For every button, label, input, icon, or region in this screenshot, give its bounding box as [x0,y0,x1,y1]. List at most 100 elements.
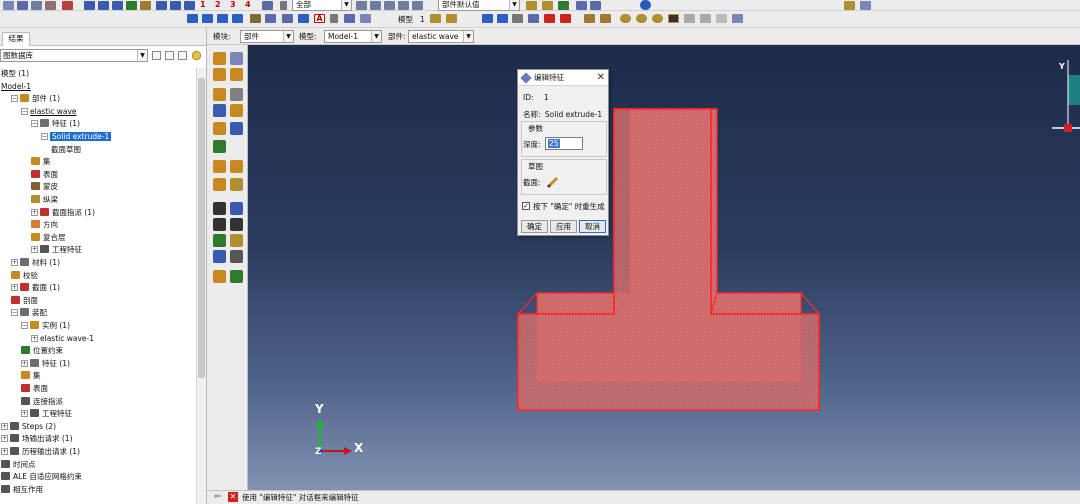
redo-icon[interactable] [700,14,711,23]
extrude-icon[interactable] [213,88,226,101]
quick-2-button[interactable]: 2 [215,0,221,9]
cursor-icon[interactable] [280,1,287,10]
expand-node-icon[interactable]: + [11,259,18,266]
tree-scrollbar-thumb[interactable] [198,78,205,378]
apply-button[interactable]: 应用 [550,220,577,233]
link-icon[interactable] [620,14,631,23]
tree-item[interactable]: + 截面 (1) [11,282,60,294]
text-tool-icon[interactable] [344,14,355,23]
cycle-icon[interactable] [126,1,137,10]
back-arrow-icon[interactable]: ⇐ [214,491,222,504]
tools-icon[interactable] [230,250,243,263]
line-icon[interactable] [298,14,309,23]
view-iso-icon[interactable] [156,1,167,10]
tree-item[interactable]: 连接指派 [21,396,63,408]
add-icon[interactable] [384,1,395,10]
rename-icon[interactable] [213,250,226,263]
cut-icon[interactable] [213,104,226,117]
part-manager-icon[interactable] [230,52,243,65]
datum-axis-icon[interactable] [213,202,226,215]
tree-item[interactable]: 表面 [21,383,48,395]
collapse-node-icon[interactable]: − [41,133,48,140]
tree-item[interactable]: + 工程特征 [21,408,72,420]
query-point-icon[interactable] [282,14,293,23]
model-select[interactable]: Model-1 ▼ [324,30,382,43]
viewport-annotation-icon[interactable] [360,14,371,23]
tree-item[interactable]: 纵梁 [31,194,58,206]
fillet-icon[interactable] [230,104,243,117]
color-code-icon[interactable] [526,1,537,10]
tree-item[interactable]: 相互作用 [1,484,43,496]
refresh-icon[interactable] [716,14,727,23]
remove-icon[interactable] [398,1,409,10]
select-box-icon[interactable] [84,1,95,10]
view-front-icon[interactable] [170,1,181,10]
render-wireframe-icon[interactable] [187,14,198,23]
part-display-icon[interactable] [430,14,441,23]
fit-icon[interactable] [140,1,151,10]
tree-item[interactable]: + 工程特征 [31,244,82,256]
quick-3-button[interactable]: 3 [230,0,236,9]
mesh-part-icon[interactable] [230,234,243,247]
tree-item[interactable]: + 截面指派 (1) [31,207,95,219]
open-icon[interactable] [17,1,28,10]
tree-item[interactable]: 位置约束 [21,345,63,357]
expand-node-icon[interactable]: + [21,410,28,418]
tree-item[interactable]: 蒙皮 [31,181,58,193]
zoom-box-icon[interactable] [98,1,109,10]
render-hidden-icon[interactable] [202,14,213,23]
view-axis-icon[interactable] [184,1,195,10]
expand-icon[interactable] [152,51,161,60]
color-icon[interactable] [558,1,569,10]
record-icon[interactable] [62,1,73,10]
box-zoom-icon[interactable] [544,14,555,23]
options-icon[interactable] [860,1,871,10]
depth-input[interactable]: 25 [545,137,583,150]
pan-icon[interactable] [112,1,123,10]
tree-item[interactable]: + 材料 (1) [11,257,60,269]
sweep-icon[interactable] [230,88,243,101]
tree-item[interactable]: 表面 [31,169,58,181]
filter-icon[interactable] [584,14,595,23]
undo-icon[interactable] [684,14,695,23]
tree-item[interactable]: + Steps (2) [1,421,56,433]
ok-button[interactable]: 确定 [521,220,548,233]
part-select[interactable]: elastic wave ▼ [408,30,474,43]
expand-node-icon[interactable]: + [21,359,28,367]
collapse-icon[interactable] [165,51,174,60]
datum-plane-icon[interactable] [230,202,243,215]
tree-item[interactable]: − 特征 (1) [31,118,80,130]
part-model[interactable] [248,45,1080,490]
create-part-icon[interactable] [213,52,226,65]
repair-icon[interactable] [213,234,226,247]
arrow-icon[interactable] [330,14,338,23]
datum-csys-icon[interactable] [213,218,226,231]
surface-icon[interactable] [230,160,243,173]
collapse-node-icon[interactable]: − [21,107,28,115]
quick-1-button[interactable]: 1 [200,0,206,9]
collapse-node-icon[interactable]: − [11,309,18,317]
render-style-select[interactable]: 全部 ▼ [292,0,352,11]
tree-scrollbar[interactable] [196,68,206,504]
expand-node-icon[interactable]: + [31,208,38,216]
expand-node-icon[interactable]: + [1,448,8,455]
dialog-title-bar[interactable]: 编辑特征 ✕ [518,70,608,86]
new-icon[interactable] [3,1,14,10]
tab-results[interactable]: 结果 [2,32,30,46]
create-solid-icon[interactable] [213,68,226,81]
tree-item[interactable]: + 历程输出请求 (1) [1,446,80,458]
tree-item[interactable]: + 特征 (1) [21,358,70,370]
tree-item[interactable]: 复合层 [31,232,66,244]
layer-icon[interactable] [576,1,587,10]
tree-item[interactable]: + 场输出请求 (1) [1,433,73,445]
display-icon[interactable] [230,270,243,283]
save-icon[interactable] [31,1,42,10]
expand-node-icon[interactable]: + [1,435,8,443]
help-icon[interactable] [640,0,651,10]
pick-icon[interactable] [668,14,679,23]
cancel-procedure-icon[interactable]: ✕ [228,492,238,502]
tree-item[interactable]: 校验 [11,270,38,282]
mesh-icon[interactable] [265,14,276,23]
query-icon[interactable] [844,1,855,10]
filter-edit-icon[interactable] [600,14,611,23]
